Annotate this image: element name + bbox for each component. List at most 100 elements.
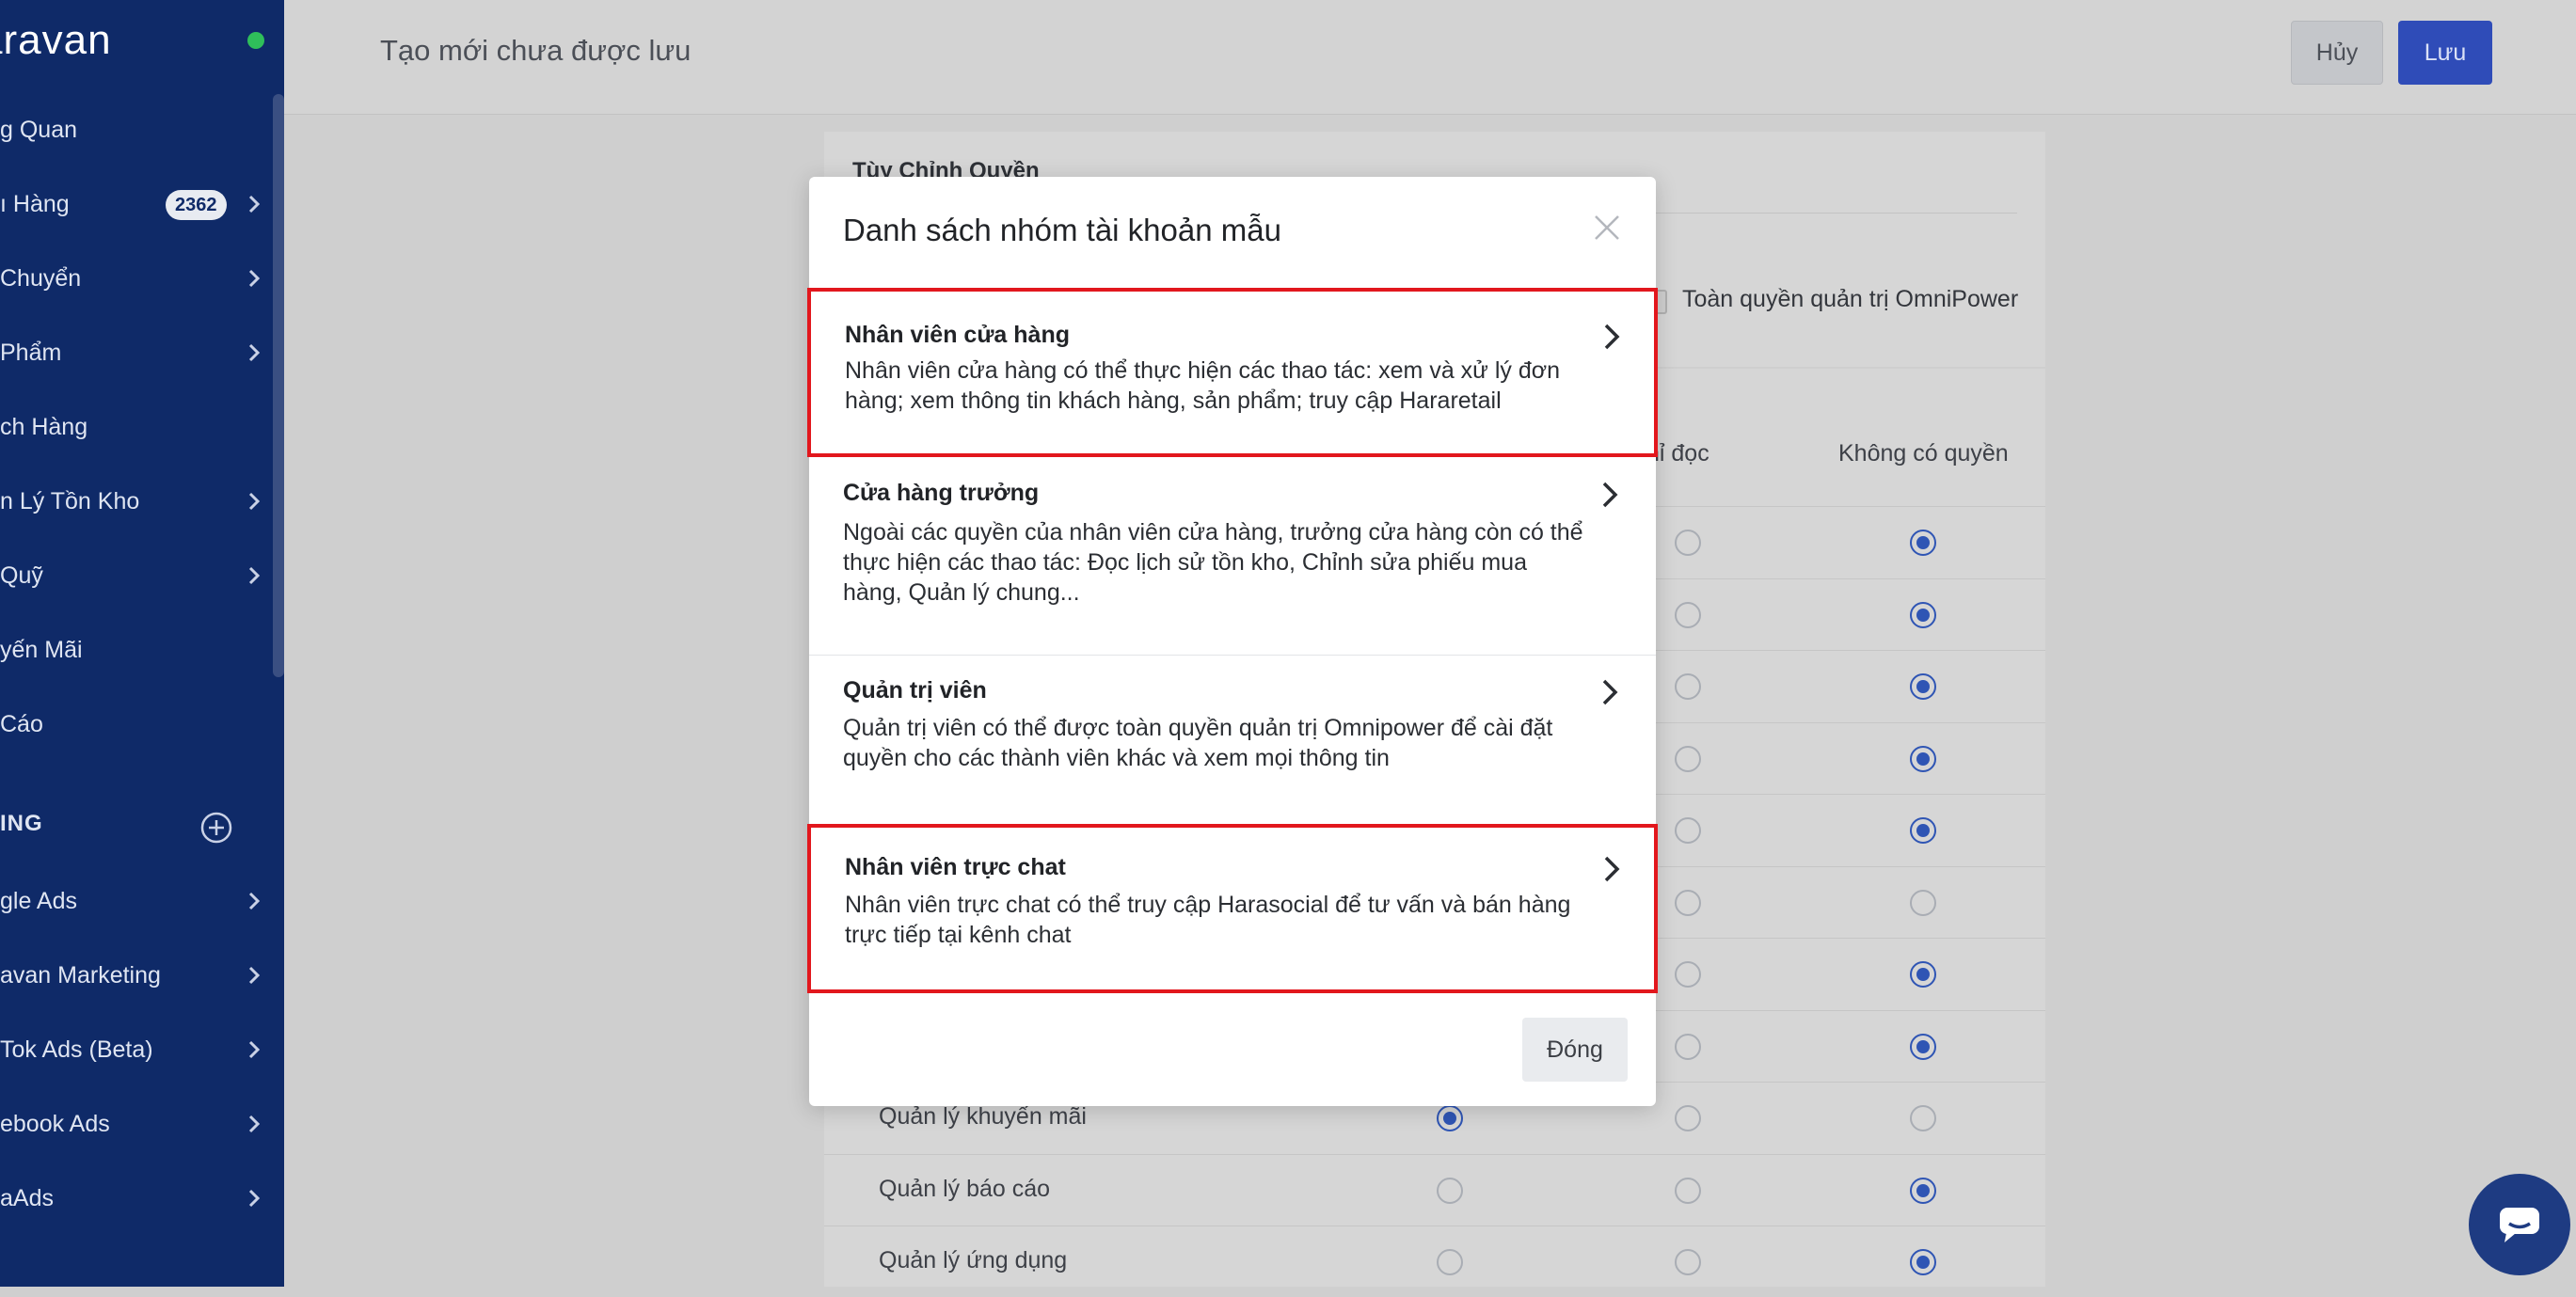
cancel-button[interactable]: Hủy: [2291, 21, 2383, 85]
template-name: Nhân viên trực chat: [845, 854, 1066, 880]
chevron-right-icon: [248, 492, 261, 511]
sidebar-item-haravan-marketing[interactable]: avan Marketing: [0, 947, 273, 1004]
page-title: Tạo mới chưa được lưu: [380, 34, 692, 67]
template-item-store-manager[interactable]: Cửa hàng trưởng Ngoài các quyền của nhân…: [809, 459, 1656, 655]
sidebar-item-products[interactable]: Phẩm: [0, 324, 273, 381]
sidebar-item-promotions[interactable]: yến Mãi: [0, 622, 273, 678]
top-bar: Tạo mới chưa được lưu Hủy Lưu: [284, 0, 2576, 115]
no-permission-radio[interactable]: [1910, 530, 1936, 556]
read-only-radio[interactable]: [1675, 530, 1701, 556]
template-item-store-staff[interactable]: Nhân viên cửa hàng Nhân viên cửa hàng có…: [807, 288, 1658, 457]
sidebar-item-label: ch Hàng: [0, 413, 88, 440]
template-name: Cửa hàng trưởng: [843, 480, 1040, 506]
sidebar-item-overview[interactable]: g Quan: [0, 102, 273, 158]
sidebar-item-label: Phẩm: [0, 339, 62, 366]
read-only-radio[interactable]: [1675, 1177, 1701, 1204]
sidebar-item-facebook-ads[interactable]: ebook Ads: [0, 1096, 273, 1152]
sidebar-item-label: yến Mãi: [0, 636, 83, 663]
sidebar-item-label: Cáo: [0, 710, 43, 737]
sidebar-item-label: Tok Ads (Beta): [0, 1036, 153, 1063]
sidebar-item-label: aAds: [0, 1184, 54, 1211]
template-item-chat-staff[interactable]: Nhân viên trực chat Nhân viên trực chat …: [807, 824, 1658, 993]
full-admin-label: Toàn quyền quản trị OmniPower: [1682, 286, 2019, 312]
chevron-right-icon: [248, 343, 261, 362]
chevron-right-icon: [1604, 856, 1620, 882]
sidebar-item-label: g Quan: [0, 116, 78, 143]
permission-row-label: Quản lý ứng dụng: [879, 1247, 1068, 1273]
no-permission-radio[interactable]: [1910, 961, 1936, 988]
sidebar-item-tiktok-ads[interactable]: Tok Ads (Beta): [0, 1021, 273, 1078]
template-description: Nhân viên trực chat có thể truy cập Hara…: [845, 892, 1571, 948]
full-access-radio[interactable]: [1437, 1249, 1463, 1275]
read-only-radio[interactable]: [1675, 889, 1701, 916]
read-only-radio[interactable]: [1675, 1033, 1701, 1060]
no-permission-radio[interactable]: [1910, 673, 1936, 700]
brand-logo[interactable]: aravan: [0, 17, 112, 64]
sidebar-item-label: Quỹ: [0, 562, 43, 589]
sidebar-item-label: avan Marketing: [0, 961, 161, 989]
template-description: Ngoài các quyền của nhân viên cửa hàng, …: [843, 519, 1583, 606]
chevron-right-icon: [1602, 482, 1618, 508]
read-only-radio[interactable]: [1675, 817, 1701, 844]
chevron-right-icon: [248, 1040, 261, 1059]
close-icon[interactable]: [1590, 211, 1624, 245]
sidebar-item-customers[interactable]: ch Hàng: [0, 399, 273, 455]
no-permission-radio[interactable]: [1910, 1105, 1936, 1131]
sidebar-item-label: n Lý Tồn Kho: [0, 487, 140, 514]
template-item-administrator[interactable]: Quản trị viên Quản trị viên có thể được …: [809, 655, 1656, 813]
sidebar-item-reports[interactable]: Cáo: [0, 696, 273, 752]
no-permission-radio[interactable]: [1910, 1033, 1936, 1060]
orders-count-badge: 2362: [166, 190, 227, 220]
sidebar-item-cashbook[interactable]: Quỹ: [0, 547, 273, 604]
no-permission-radio[interactable]: [1910, 601, 1936, 628]
chat-support-button[interactable]: [2469, 1174, 2570, 1275]
read-only-radio[interactable]: [1675, 1249, 1701, 1275]
permission-row-label: Quản lý khuyến mãi: [879, 1103, 1087, 1130]
no-permission-radio[interactable]: [1910, 889, 1936, 916]
template-groups-modal: Danh sách nhóm tài khoản mẫu Nhân viên c…: [807, 177, 1658, 1106]
close-button[interactable]: Đóng: [1522, 1018, 1628, 1082]
permission-row-label: Quản lý báo cáo: [879, 1175, 1051, 1202]
sidebar-item-zalo-ads[interactable]: aAds: [0, 1170, 273, 1226]
chat-icon: [2500, 1208, 2539, 1242]
no-permission-radio[interactable]: [1910, 1249, 1936, 1275]
sidebar-item-label: ı Hàng: [0, 190, 70, 217]
sidebar-section-marketing: ING: [0, 811, 43, 836]
chevron-right-icon: [248, 269, 261, 288]
chevron-right-icon: [248, 1189, 261, 1208]
save-button[interactable]: Lưu: [2398, 21, 2492, 85]
sidebar-item-orders[interactable]: ı Hàng 2362: [0, 176, 273, 232]
chevron-right-icon: [1604, 324, 1620, 350]
chevron-right-icon: [248, 966, 261, 985]
sidebar-item-inventory[interactable]: n Lý Tồn Kho: [0, 473, 273, 530]
read-only-radio[interactable]: [1675, 601, 1701, 628]
add-channel-icon[interactable]: [199, 811, 233, 845]
chevron-right-icon: [248, 892, 261, 910]
template-name: Quản trị viên: [843, 677, 987, 704]
sidebar-item-label: ebook Ads: [0, 1110, 110, 1137]
column-header-no-permission: Không có quyền: [1838, 440, 2009, 467]
modal-title: Danh sách nhóm tài khoản mẫu: [843, 213, 1281, 247]
no-permission-radio[interactable]: [1910, 745, 1936, 772]
chevron-right-icon: [1602, 679, 1618, 705]
template-description: Quản trị viên có thể được toàn quyền quả…: [843, 715, 1553, 771]
permission-row: Quản lý báo cáo: [824, 1153, 2045, 1226]
no-permission-radio[interactable]: [1910, 817, 1936, 844]
sidebar-item-label: gle Ads: [0, 887, 78, 914]
sidebar-item-label: Chuyển: [0, 264, 82, 292]
read-only-radio[interactable]: [1675, 673, 1701, 700]
template-description: Nhân viên cửa hàng có thể thực hiện các …: [845, 357, 1561, 414]
full-access-radio[interactable]: [1437, 1177, 1463, 1204]
read-only-radio[interactable]: [1675, 745, 1701, 772]
sidebar-item-google-ads[interactable]: gle Ads: [0, 873, 273, 929]
chevron-right-icon: [248, 566, 261, 585]
chevron-right-icon: [248, 195, 261, 214]
sidebar-item-shipping[interactable]: Chuyển: [0, 250, 273, 307]
full-access-radio[interactable]: [1437, 1105, 1463, 1131]
read-only-radio[interactable]: [1675, 1105, 1701, 1131]
sidebar-scrollbar[interactable]: [273, 94, 284, 677]
online-status-dot: [247, 32, 264, 49]
read-only-radio[interactable]: [1675, 961, 1701, 988]
no-permission-radio[interactable]: [1910, 1177, 1936, 1204]
template-name: Nhân viên cửa hàng: [845, 322, 1070, 348]
